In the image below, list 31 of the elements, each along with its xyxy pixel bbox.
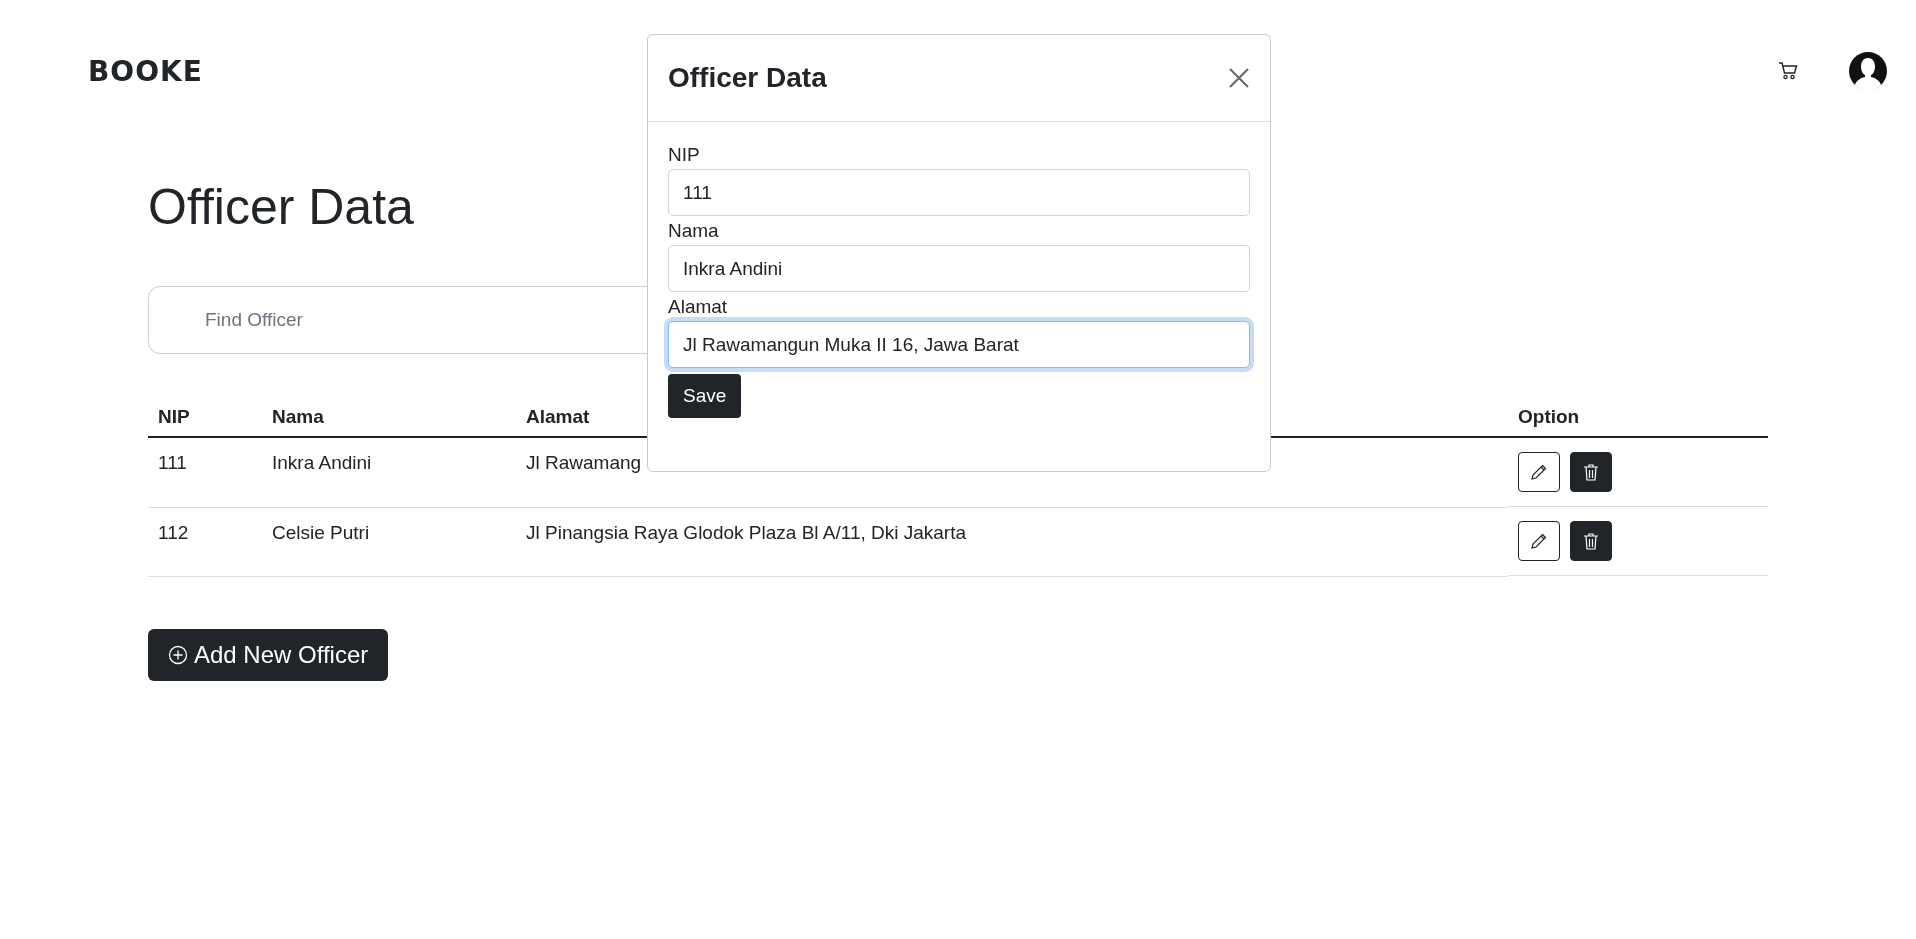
close-icon[interactable] <box>1228 67 1250 89</box>
input-field[interactable]: Jl Rawamangun Muka II 16, Jawa Barat <box>668 321 1250 368</box>
modal-title: Officer Data <box>668 62 827 94</box>
field-label: Alamat <box>668 296 728 318</box>
trash-icon <box>1583 532 1599 550</box>
trash-icon <box>1583 463 1599 481</box>
table-cell: Celsie Putri <box>262 507 516 576</box>
edit-button[interactable] <box>1518 521 1560 561</box>
table-cell: Inkra Andini <box>262 437 516 507</box>
column-header: Option <box>1508 398 1768 437</box>
delete-button[interactable] <box>1570 521 1612 561</box>
column-header: NIP <box>148 398 262 437</box>
edit-button[interactable] <box>1518 452 1560 492</box>
cart-icon[interactable] <box>1778 62 1798 80</box>
plus-circle-icon <box>168 644 188 665</box>
add-officer-button[interactable]: Add New Officer <box>148 628 389 681</box>
field-label: NIP <box>668 144 700 166</box>
pencil-icon <box>1530 463 1548 481</box>
field-label: Nama <box>668 220 719 242</box>
table-cell: Jl Pinangsia Raya Glodok Plaza Bl A/11, Dki Jakarta <box>516 507 1508 576</box>
column-header: Nama <box>262 398 516 437</box>
table-cell: 112 <box>148 507 262 576</box>
delete-button[interactable] <box>1570 452 1612 492</box>
logo[interactable]: BOOKE <box>88 54 203 88</box>
page-title: Officer Data <box>148 178 414 236</box>
avatar-icon[interactable] <box>1848 51 1888 91</box>
table-cell: 111 <box>148 437 262 507</box>
input-field[interactable]: 111 <box>668 169 1250 216</box>
pencil-icon <box>1530 532 1548 550</box>
save-button[interactable]: Save <box>668 374 742 418</box>
input-field[interactable]: Inkra Andini <box>668 245 1250 292</box>
